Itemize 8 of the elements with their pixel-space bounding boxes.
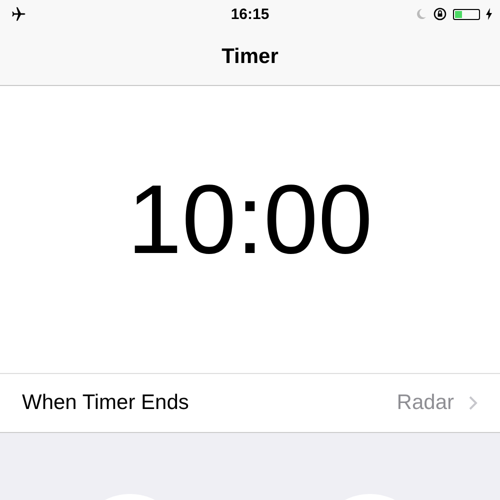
chevron-icon — [468, 395, 478, 411]
rotation-lock-icon — [433, 7, 447, 21]
nav-title: Timer — [222, 44, 278, 68]
settings-row[interactable]: When Timer Ends Radar — [0, 374, 500, 433]
timer-display: 10:00 — [127, 163, 373, 276]
moon-icon — [415, 8, 427, 20]
battery-icon — [453, 8, 480, 20]
status-time: 16:15 — [230, 6, 270, 22]
